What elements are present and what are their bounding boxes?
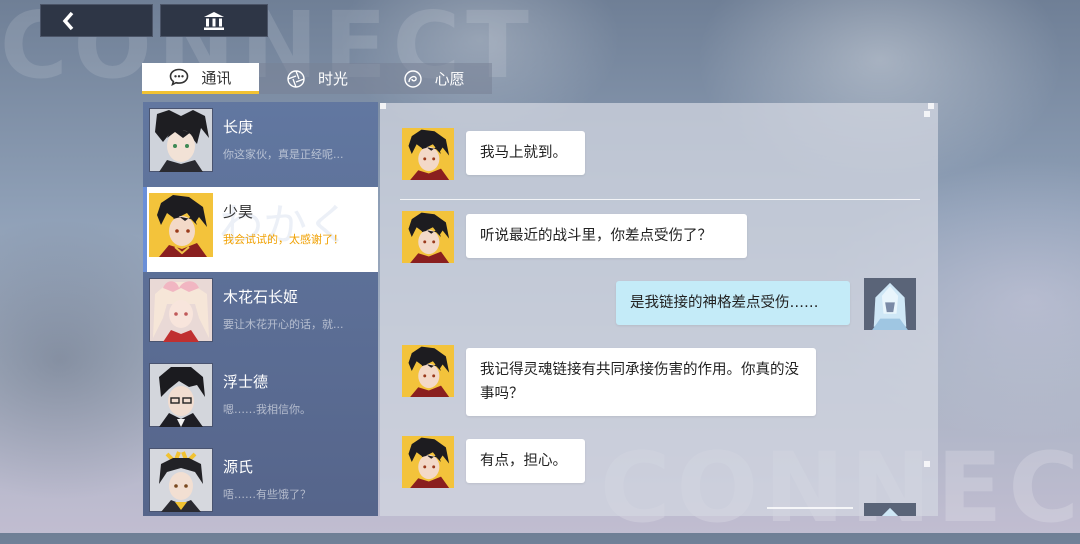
message-bubble: 我马上就到。	[466, 131, 585, 175]
self-avatar	[864, 503, 916, 516]
panel-corner-mark	[380, 103, 386, 109]
sender-avatar	[402, 211, 454, 263]
panel-corner-mark	[924, 461, 930, 467]
avatar	[149, 363, 213, 427]
tab-time[interactable]: 时光	[259, 63, 376, 94]
avatar	[149, 108, 213, 172]
home-button[interactable]	[160, 4, 268, 37]
tab-wish-label: 心愿	[434, 70, 465, 88]
contact-item[interactable]: 长庚 你这家伙，真是正经呢...	[143, 102, 378, 187]
chat-divider	[400, 199, 920, 200]
chat-bubble-icon	[170, 68, 189, 86]
message-bubble: 有点，担心。	[466, 439, 585, 483]
panel-corner-mark	[928, 103, 934, 109]
contact-preview: 你这家伙，真是正经呢...	[223, 148, 344, 161]
museum-icon	[204, 11, 224, 30]
message-bubble: 我记得灵魂链接有共同承接伤害的作用。你真的没事吗？	[466, 348, 816, 416]
message-bubble-self: 是我链接的神格差点受伤……	[616, 281, 850, 325]
scroll-indicator	[767, 507, 853, 509]
contact-name: 木花石长姬	[223, 288, 299, 306]
tab-time-label: 时光	[318, 70, 349, 88]
avatar	[149, 448, 213, 512]
contact-name: 长庚	[223, 118, 254, 136]
tab-bar: 通讯 时光 心愿	[142, 63, 492, 94]
contact-item-selected[interactable]: わかく 少昊 我会试试的，太感谢了！	[143, 187, 378, 272]
message-bubble: 听说最近的战斗里，你差点受伤了？	[466, 214, 747, 258]
back-button[interactable]	[40, 4, 153, 37]
contact-preview: 唔……有些饿了？	[223, 488, 311, 501]
contact-name: 源氏	[223, 458, 254, 476]
avatar	[149, 278, 213, 342]
avatar	[149, 193, 213, 257]
contact-list: 长庚 你这家伙，真是正经呢... わかく 少昊 我会试试的，太感谢了！ 木花石长…	[143, 102, 378, 516]
panel-corner-mark	[924, 111, 930, 117]
contact-item[interactable]: 浮士德 嗯……我相信你。	[143, 357, 378, 442]
chat-panel[interactable]: 我马上就到。 听说最近的战斗里，你差点受伤了？ 是我链接的神格差点受伤…… 我记…	[380, 103, 938, 516]
contact-name: 少昊	[223, 203, 254, 221]
tab-communication-label: 通讯	[201, 68, 232, 87]
tab-wish[interactable]: 心愿	[375, 63, 492, 94]
contact-item[interactable]: 木花石长姬 要让木花开心的话，就...	[143, 272, 378, 357]
contact-preview: 嗯……我相信你。	[223, 403, 311, 416]
contact-name: 浮士德	[223, 373, 269, 391]
swirl-icon	[403, 69, 422, 88]
tab-communication[interactable]: 通讯	[142, 63, 259, 94]
sender-avatar	[402, 345, 454, 397]
sender-avatar	[402, 128, 454, 180]
contact-item[interactable]: 源氏 唔……有些饿了？	[143, 442, 378, 516]
aperture-icon	[287, 69, 305, 88]
self-avatar	[864, 278, 916, 330]
sender-avatar	[402, 436, 454, 488]
back-chevron-icon	[62, 11, 74, 30]
contact-preview: 要让木花开心的话，就...	[223, 318, 344, 331]
contact-preview: 我会试试的，太感谢了！	[223, 233, 344, 246]
